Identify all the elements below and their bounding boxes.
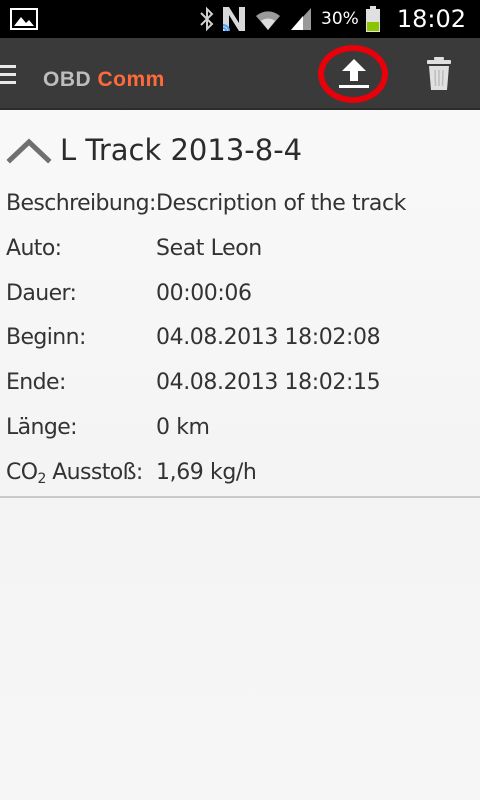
app-title-part2: Comm	[97, 68, 165, 91]
wifi-icon	[256, 11, 281, 30]
battery-percent: 30%	[321, 9, 359, 29]
track-fields: Beschreibung: Description of the track A…	[0, 185, 480, 499]
trash-icon[interactable]	[425, 56, 453, 92]
track-title: L Track 2013-8-4	[60, 133, 303, 167]
action-bar: OBD Comm	[0, 38, 480, 110]
signal-icon	[291, 8, 312, 30]
status-bar: 30% 18:02	[0, 0, 480, 38]
field-row-length: Länge: 0 km	[0, 409, 480, 454]
field-value: 04.08.2013 18:02:08	[156, 325, 381, 351]
field-row-end: Ende: 04.08.2013 18:02:15	[0, 364, 480, 409]
field-value: 04.08.2013 18:02:15	[156, 370, 381, 396]
field-value: Description of the track	[156, 191, 406, 216]
field-row-car: Auto: Seat Leon	[0, 230, 480, 275]
co2-label-prefix: CO	[6, 459, 38, 485]
field-value: 0 km	[156, 414, 210, 440]
battery-icon	[365, 6, 380, 32]
co2-label-sub: 2	[37, 470, 46, 487]
field-label: Auto:	[6, 235, 62, 261]
field-value: Seat Leon	[156, 235, 262, 261]
field-row-start: Beginn: 04.08.2013 18:02:08	[0, 319, 480, 364]
upload-icon	[339, 59, 369, 88]
co2-label-suffix: Ausstoß:	[45, 459, 143, 485]
field-label: Beginn:	[6, 325, 86, 351]
screen: 30% 18:02 OBD Comm L Track 2013-8-4 Besc…	[0, 0, 480, 800]
field-label: CO2 Ausstoß:	[6, 460, 143, 487]
field-row-co2: CO2 Ausstoß: 1,69 kg/h	[0, 454, 480, 499]
field-label: Ende:	[6, 370, 66, 396]
field-label: Dauer:	[6, 280, 77, 306]
field-row-duration: Dauer: 00:00:06	[0, 275, 480, 320]
app-title[interactable]: OBD Comm	[43, 68, 165, 92]
chevron-up-icon[interactable]	[6, 136, 52, 164]
field-value: 00:00:06	[156, 280, 252, 306]
field-value: 1,69 kg/h	[156, 459, 257, 485]
field-label: Beschreibung:	[6, 191, 156, 216]
track-header[interactable]: L Track 2013-8-4	[6, 128, 302, 172]
field-label: Länge:	[6, 414, 78, 440]
menu-icon[interactable]	[0, 65, 16, 85]
upload-button[interactable]	[318, 45, 388, 103]
clock: 18:02	[396, 5, 466, 33]
nfc-icon	[222, 7, 246, 32]
status-icons: 30% 18:02	[199, 0, 466, 38]
bluetooth-icon	[200, 6, 214, 32]
app-title-part1: OBD	[43, 68, 92, 91]
divider	[0, 496, 480, 498]
field-row-description: Beschreibung: Description of the track	[0, 185, 480, 230]
gallery-icon	[10, 8, 38, 30]
